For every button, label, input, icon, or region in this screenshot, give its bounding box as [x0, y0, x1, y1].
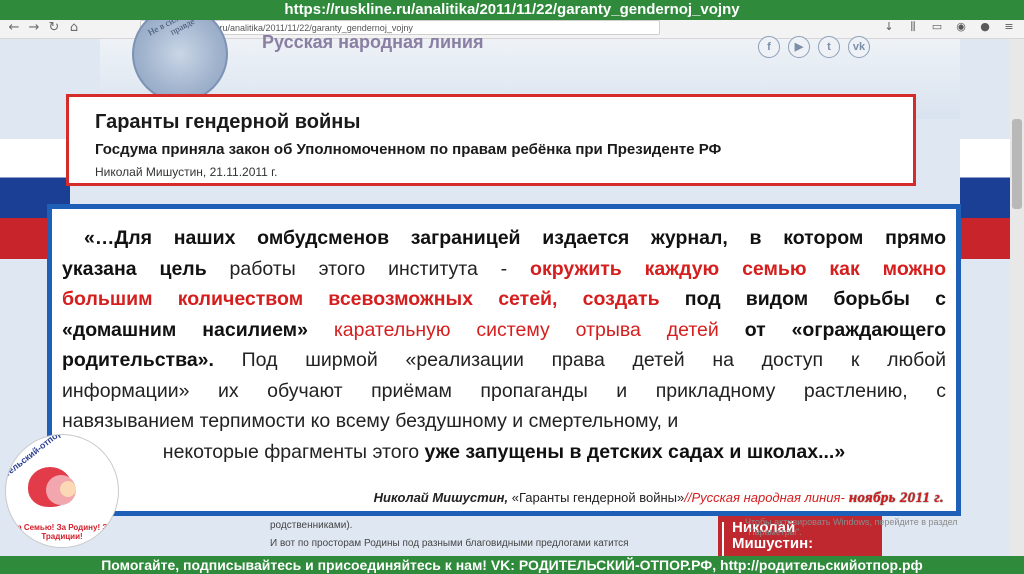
download-icon[interactable]: ↓ [882, 20, 896, 34]
article-body-snippet: родственниками). И вот по просторам Роди… [270, 517, 710, 553]
youtube-icon[interactable]: ▶ [788, 36, 810, 58]
site-logo-seal: Не в силе Бог, а в правде [132, 0, 228, 102]
signature-date: ноябрь 2011 г. [844, 490, 944, 506]
quote-line-8-b: уже запущены в детских садах и школах...… [424, 440, 846, 463]
roditelsky-otpor-logo: родительский-отпор.рф За Семью! За Родин… [5, 434, 119, 548]
top-url-banner: https://ruskline.ru/analitika/2011/11/22… [0, 0, 1024, 20]
quote-line-8-a: некоторые фрагменты этого [162, 440, 425, 463]
home-icon[interactable]: ⌂ [66, 20, 82, 36]
quote-line-6: информации» их обучают приёмам пропаганд… [62, 379, 946, 402]
quote-line-3-a: большим количеством всевозможных сетей, … [62, 288, 660, 310]
quote-line-3-b: под видом борьбы с [659, 288, 946, 310]
back-arrow-icon[interactable]: ← [6, 20, 22, 36]
slide: https://ruskline.ru/analitika/2011/11/22… [0, 0, 1024, 574]
site-title[interactable]: Русская народная линия [262, 32, 484, 53]
library-icon[interactable]: ⫼ [906, 20, 920, 34]
quote-line-2-a: указана [62, 257, 160, 280]
forward-arrow-icon[interactable]: → [26, 20, 42, 36]
twitter-icon[interactable]: t [818, 36, 840, 58]
quote-line-2-b: цель [159, 257, 207, 280]
quote-text: «…Для наших омбудсменов заграницей издае… [62, 223, 946, 467]
logo-child-head [60, 481, 76, 497]
article-body-line-2: И вот по просторам Родины под разными бл… [270, 538, 629, 549]
signature-work: «Гаранты гендерной войны» [508, 490, 685, 505]
quote-line-4-a: «домашним насилием» [62, 318, 308, 341]
toolbar-icons: ↓ ⫼ ▭ ◉ ● ≡ [882, 20, 1016, 36]
article-header-box: Гаранты гендерной войны Госдума приняла … [66, 94, 916, 186]
social-links: f ▶ t vk [758, 36, 870, 58]
menu-icon[interactable]: ≡ [1002, 20, 1016, 34]
sidebar-icon[interactable]: ▭ [930, 20, 944, 34]
article-body-line-1: родственниками). [270, 520, 353, 531]
quote-line-2-c: работы этого института - [206, 257, 531, 280]
quote-line-3: большим количеством всевозможных сетей, … [62, 284, 946, 315]
bottom-banner: Помогайте, подписывайтесь и присоединяйт… [0, 556, 1024, 574]
quote-line-5-b: Под ширмой «реализации права детей на до… [213, 349, 946, 371]
logo-bottom-text: За Семью! За Родину! За Традиции! [12, 523, 112, 541]
quote-box: «…Для наших омбудсменов заграницей издае… [47, 204, 961, 516]
quote-line-5: родительства». Под ширмой «реализации пр… [62, 345, 946, 376]
extension-icon[interactable]: ◉ [954, 20, 968, 34]
quote-line-1: «…Для наших омбудсменов заграницей издае… [62, 223, 946, 254]
quote-line-1-text: «…Для наших омбудсменов заграницей издае… [84, 227, 946, 249]
signature-author: Николай Мишустин, [373, 490, 509, 505]
quote-signature: Николай Мишустин, «Гаранты гендерной вой… [374, 490, 944, 507]
quote-line-7: навязыванием терпимости ко всему бездушн… [62, 410, 679, 432]
article-author: Николай Мишустин, 21.11.2011 г. [95, 165, 278, 179]
quote-line-5-a: родительства». [62, 349, 214, 371]
quote-line-8: некоторые фрагменты этого уже запущены в… [62, 437, 946, 468]
account-icon[interactable]: ● [978, 20, 992, 34]
quote-line-4: «домашним насилием» карательную систему … [62, 315, 946, 346]
reload-icon[interactable]: ↻ [46, 20, 62, 36]
vk-icon[interactable]: vk [848, 36, 870, 58]
signature-source: Русская народная линия- [691, 490, 845, 505]
quote-line-2: указана цель работы этого института - ок… [62, 254, 946, 285]
scrollbar[interactable] [1010, 39, 1024, 574]
author-card-line-2: Мишустин: [732, 535, 814, 552]
windows-activation-watermark: Чтобы активировать Windows, перейдите в … [745, 517, 958, 537]
quote-line-4-c: от «ограждающего [718, 318, 946, 341]
scrollbar-thumb[interactable] [1012, 119, 1022, 209]
article-title: Гаранты гендерной войны [95, 111, 361, 133]
author-card-accent [722, 522, 724, 556]
article-subtitle: Госдума приняла закон об Уполномоченном … [95, 141, 722, 158]
quote-line-2-d: окружить каждую семью как можно [530, 257, 946, 280]
facebook-icon[interactable]: f [758, 36, 780, 58]
quote-line-4-b: карательную систему отрыва детей [307, 318, 719, 341]
